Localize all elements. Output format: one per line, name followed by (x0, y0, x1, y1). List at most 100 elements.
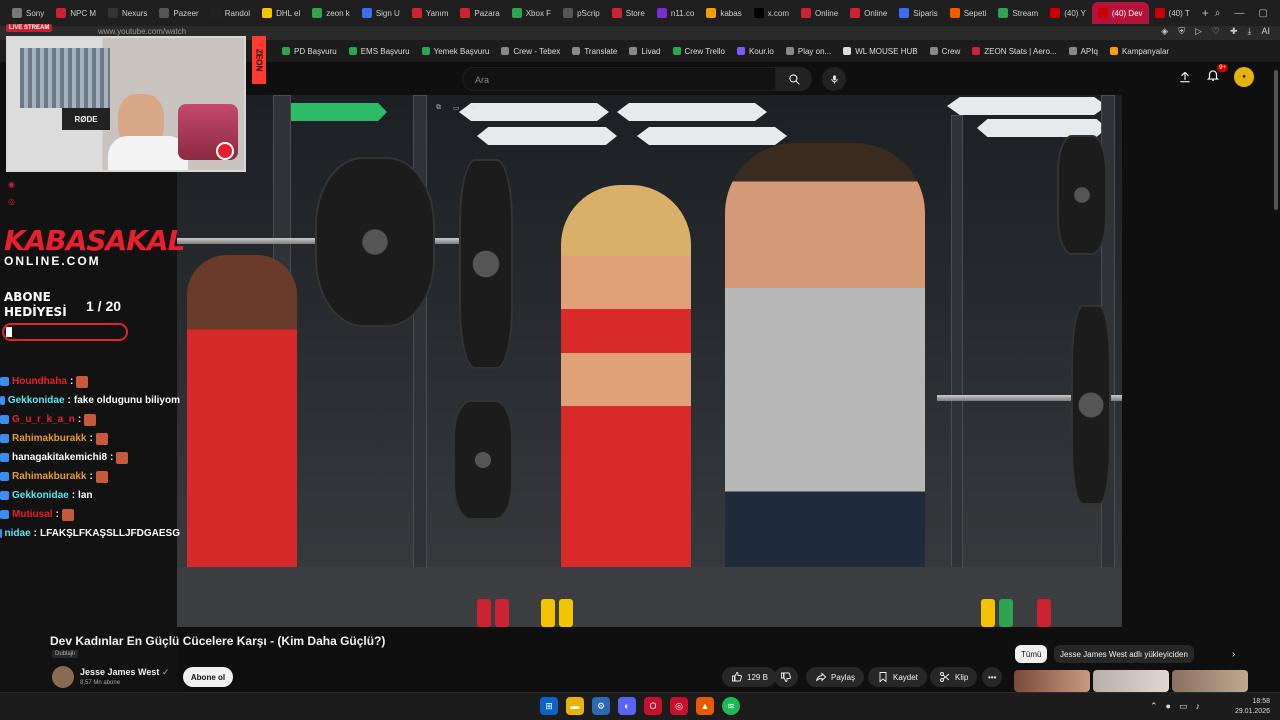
extension-icon[interactable]: ◈ (1161, 26, 1168, 37)
page-scrollbar[interactable] (1274, 70, 1278, 210)
shield-icon[interactable]: ⛨ (1178, 26, 1185, 37)
share-button[interactable]: Paylaş (806, 667, 865, 687)
chip-all[interactable]: Tümü (1015, 645, 1048, 663)
browser-tab[interactable]: kabas (700, 2, 747, 24)
minimize-button[interactable]: — (1234, 8, 1244, 19)
bookmark-item[interactable]: Kour.io (736, 47, 774, 56)
browser-tab[interactable]: (40) Y (1044, 2, 1092, 24)
chat-username[interactable]: nidae (5, 528, 31, 539)
browser-tab[interactable]: Online (844, 2, 893, 24)
chevron-up-icon[interactable]: ⌃ (1150, 701, 1158, 712)
miniplayer-icon[interactable]: ⧉ (436, 104, 441, 112)
network-icon[interactable]: ▭ (1179, 701, 1188, 712)
discord-icon[interactable]: ◐ (618, 697, 636, 715)
browser-tab[interactable]: NPC M (50, 2, 102, 24)
browser-tab[interactable]: Pazeer (153, 2, 204, 24)
subscribe-button[interactable]: Abone ol (183, 667, 233, 687)
chat-username[interactable]: Rahimakburakk (12, 433, 86, 444)
notifications-button[interactable]: 9+ (1206, 63, 1228, 87)
bookmark-item[interactable]: EMS Başvuru (348, 47, 410, 56)
recommended-thumbnail[interactable] (1172, 670, 1248, 692)
bookmark-item[interactable]: Kampanyalar (1109, 47, 1169, 56)
bookmark-item[interactable]: ZEON Stats | Aero... (972, 47, 1057, 56)
more-actions-button[interactable]: ••• (982, 667, 1003, 687)
volume-icon[interactable]: ♪ (1196, 701, 1201, 712)
bookmark-item[interactable]: Crew - Tebex (501, 47, 560, 56)
voice-search-button[interactable] (822, 67, 846, 91)
maximize-button[interactable]: ▢ (1258, 8, 1267, 19)
bookmark-item[interactable]: Livad (629, 47, 661, 56)
browser-tab[interactable]: Nexurs (102, 2, 153, 24)
browser-tab[interactable]: Online (795, 2, 844, 24)
browser-tab[interactable]: Store (606, 2, 651, 24)
bookmark-item[interactable]: Play on... (785, 47, 831, 56)
browser-tab[interactable]: Sign U (356, 2, 406, 24)
browser-tab[interactable]: Randol (205, 2, 256, 24)
bookmark-item[interactable]: Yemek Başvuru (421, 47, 489, 56)
mic-tray-icon[interactable]: ● (1166, 701, 1171, 712)
recommended-thumbnail[interactable] (1093, 670, 1169, 692)
new-tab-button[interactable]: + (1196, 6, 1215, 20)
search-tabs-icon[interactable]: ⌕ (1215, 8, 1221, 19)
chip-next-arrow[interactable]: › (1226, 645, 1241, 663)
recommended-thumbnail[interactable] (1014, 670, 1090, 692)
start-icon[interactable]: ⊞ (540, 697, 558, 715)
app-icon[interactable]: ▲ (696, 697, 714, 715)
channel-name[interactable]: Jesse James West ✓ (80, 667, 169, 678)
browser-tab[interactable]: Sepeti (944, 2, 993, 24)
spotify-icon[interactable]: ≋ (722, 697, 740, 715)
dislike-button[interactable] (774, 667, 798, 687)
bookmark-item[interactable]: Crew (929, 47, 960, 56)
chat-username[interactable]: Gekkonidae (12, 490, 69, 501)
chat-username[interactable]: Houndhaha (12, 376, 67, 387)
clip-button[interactable]: Klip (930, 667, 978, 687)
bookmark-item[interactable]: Crew Trello (672, 47, 725, 56)
browser-tab[interactable]: Sony (6, 2, 50, 24)
chat-username[interactable]: Gekkonidae (8, 395, 65, 406)
channel-avatar[interactable] (52, 666, 74, 688)
like-button[interactable]: 129 B (722, 667, 776, 687)
folder-icon[interactable]: ▬ (566, 697, 584, 715)
search-input[interactable]: Ara (462, 67, 776, 91)
browser-tab[interactable]: n11.co (651, 2, 700, 24)
browser-tab[interactable]: Yanım (406, 2, 455, 24)
browser-tab[interactable]: Xbox F (506, 2, 557, 24)
browser-tab[interactable]: Stream (992, 2, 1044, 24)
search-button[interactable] (776, 67, 812, 91)
browser-tab[interactable]: pScrip (557, 2, 606, 24)
puzzle-icon[interactable]: ✚ (1230, 26, 1238, 37)
heart-icon[interactable]: ♡ (1212, 26, 1220, 37)
channel-name-text[interactable]: Jesse James West (80, 667, 159, 677)
chat-username[interactable]: hanagakitakemichi8 (12, 452, 107, 463)
browser-tab[interactable]: DHL el (256, 2, 306, 24)
browser-tab[interactable]: x.com (748, 2, 795, 24)
account-avatar[interactable]: ● (1234, 67, 1254, 87)
opera-icon[interactable]: O (644, 697, 662, 715)
bookmark-item[interactable]: PD Başvuru (282, 47, 337, 56)
chip-from-uploader[interactable]: Jesse James West adlı yükleyiciden (1054, 645, 1194, 663)
clock[interactable]: 18:58 29.01.2026 (1235, 697, 1270, 717)
chat-username[interactable]: G_u_r_k_a_n (12, 414, 75, 425)
download-icon[interactable]: ⤓ (1248, 26, 1252, 37)
bookmark-item[interactable]: Translate (572, 47, 617, 56)
upload-icon[interactable] (1178, 70, 1192, 84)
recorder-icon[interactable]: ◎ (670, 697, 688, 715)
settings-icon[interactable]: ⚙ (592, 697, 610, 715)
browser-tab[interactable]: zeon k (306, 2, 356, 24)
bookmark-item[interactable]: APIq (1068, 47, 1098, 56)
next-icon[interactable]: ⏭ (472, 104, 478, 112)
browser-tab[interactable]: Pazara (454, 2, 505, 24)
video-player[interactable] (177, 95, 1122, 627)
chat-username[interactable]: Mutiusal (12, 509, 53, 520)
bookmark-item[interactable]: WL MOUSE HUB (843, 47, 918, 56)
browser-tab[interactable]: Siparis (893, 2, 943, 24)
browser-tab[interactable]: (40) T (1149, 2, 1196, 24)
browser-tab[interactable]: (40) Dev (1091, 2, 1149, 24)
pip-icon[interactable]: ▭ (453, 104, 460, 112)
bookmark-icon (879, 672, 887, 683)
ai-icon[interactable]: AI (1261, 26, 1270, 37)
url-text[interactable]: www.youtube.com/watch (98, 27, 186, 36)
save-button[interactable]: Kaydet (868, 667, 927, 687)
chat-username[interactable]: Rahimakburakk (12, 471, 86, 482)
play-icon[interactable]: ▷ (1195, 26, 1202, 37)
